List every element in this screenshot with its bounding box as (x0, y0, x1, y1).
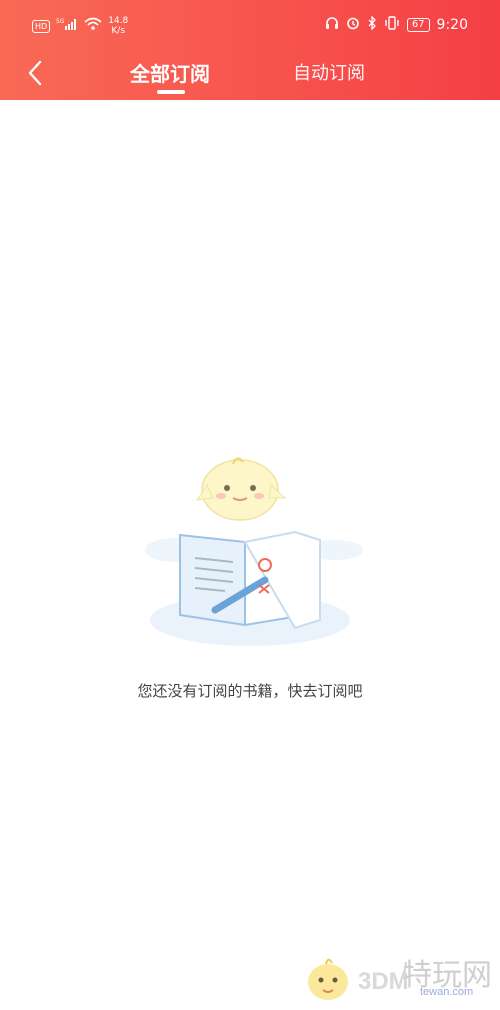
status-bar-right: 67 9:20 (325, 15, 468, 34)
cellular-signal-icon: 5G (56, 17, 78, 35)
vibrate-icon (384, 16, 400, 34)
active-tab-indicator (157, 90, 185, 94)
empty-state-message: 您还没有订阅的书籍，快去订阅吧 (137, 682, 363, 700)
wifi-icon (84, 17, 102, 35)
speed-value: 14.8 (108, 16, 129, 26)
status-time: 9:20 (436, 17, 468, 33)
hd-badge: HD (32, 19, 51, 33)
alarm-icon (346, 16, 360, 34)
network-type: 5G (56, 18, 65, 25)
chevron-left-icon (28, 60, 42, 86)
battery-indicator: 67 (406, 18, 430, 32)
tab-all-subscriptions[interactable]: 全部订阅 (120, 60, 220, 88)
watermark-url: tewan.com (420, 986, 474, 998)
status-bar-left: HD 5G 14.8 K/s (32, 16, 128, 36)
speed-unit: K/s (111, 26, 126, 36)
watermark: 3DM 特玩网 tewan.com (300, 950, 500, 1006)
network-speed: 14.8 K/s (108, 16, 128, 36)
bluetooth-icon (367, 15, 377, 34)
tab-auto-subscriptions[interactable]: 自动订阅 (284, 60, 374, 88)
top-app-bar: HD 5G 14.8 K/s 67 9:20 全部订阅 自动订阅 (0, 0, 500, 100)
status-bar: HD 5G 14.8 K/s 67 9:20 (0, 14, 500, 44)
back-button[interactable] (20, 58, 50, 88)
mascot-logo-icon (308, 958, 348, 1000)
empty-state-illustration (135, 450, 365, 660)
headphones-icon (325, 16, 339, 34)
